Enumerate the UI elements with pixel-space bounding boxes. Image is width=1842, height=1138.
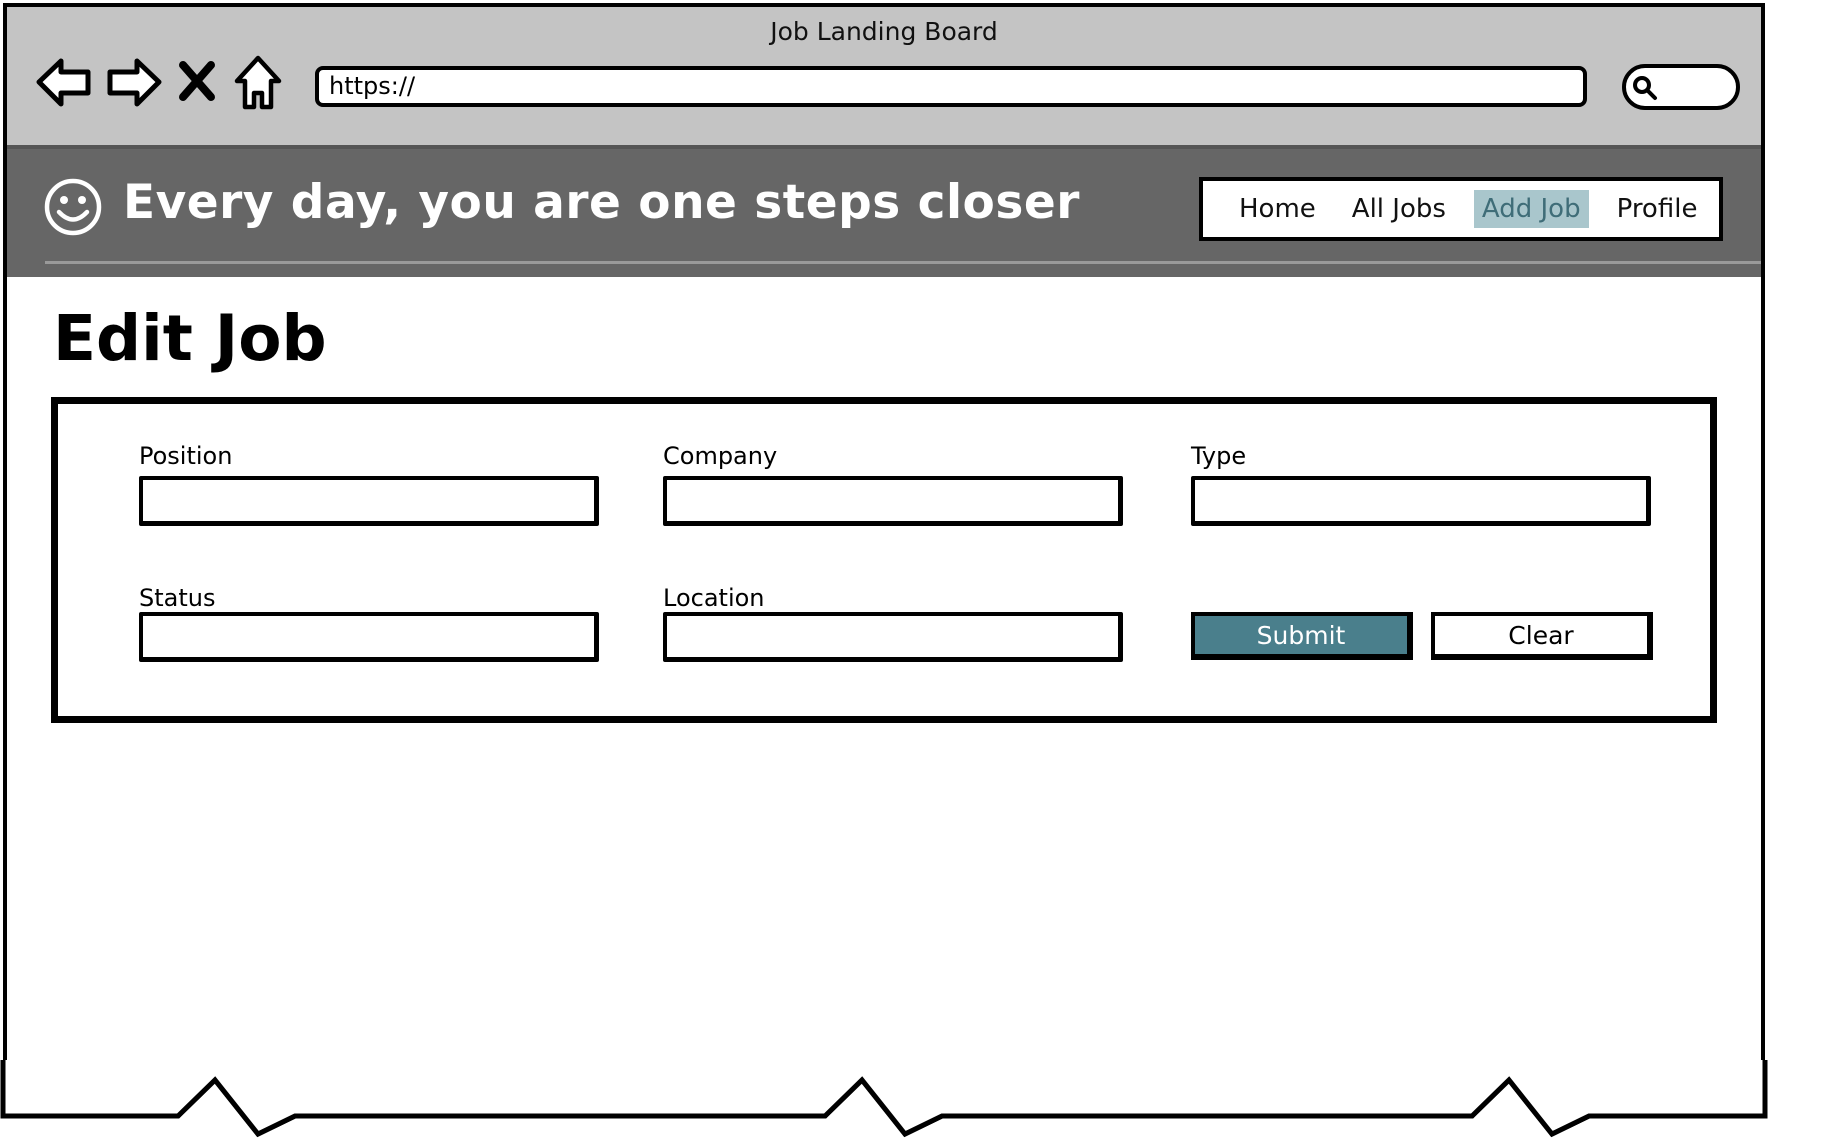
smiley-icon (44, 178, 102, 236)
position-label: Position (139, 442, 233, 470)
page-title: Edit Job (53, 302, 327, 375)
clear-button[interactable]: Clear (1431, 612, 1653, 660)
home-icon[interactable] (233, 53, 283, 111)
company-input[interactable] (663, 476, 1123, 526)
type-input[interactable] (1191, 476, 1651, 526)
site-header: Every day, you are one steps closer Home… (7, 149, 1761, 277)
location-input[interactable] (663, 612, 1123, 662)
nav-all-jobs[interactable]: All Jobs (1344, 190, 1454, 228)
submit-button[interactable]: Submit (1191, 612, 1413, 660)
torn-page-edge (0, 1060, 1768, 1138)
site-tagline: Every day, you are one steps closer (123, 175, 1080, 230)
edit-job-form: Position Company Type Status Location Su… (51, 397, 1717, 723)
location-label: Location (663, 584, 765, 612)
browser-search-box[interactable] (1622, 64, 1740, 110)
header-divider (45, 261, 1761, 264)
nav-profile[interactable]: Profile (1609, 190, 1706, 228)
position-input[interactable] (139, 476, 599, 526)
nav-home[interactable]: Home (1231, 190, 1324, 228)
main-nav: Home All Jobs Add Job Profile (1199, 177, 1723, 241)
forward-arrow-icon[interactable] (105, 53, 163, 111)
window-title: Job Landing Board (770, 17, 998, 46)
company-label: Company (663, 442, 778, 470)
nav-add-job[interactable]: Add Job (1473, 190, 1589, 228)
search-icon (1633, 76, 1657, 100)
status-input[interactable] (139, 612, 599, 662)
browser-toolbar: Job Landing Board https:// (7, 7, 1761, 149)
back-arrow-icon[interactable] (35, 53, 93, 111)
status-label: Status (139, 584, 216, 612)
close-icon[interactable] (177, 53, 217, 111)
browser-window: Job Landing Board https:// Every day, yo… (3, 3, 1765, 1116)
type-label: Type (1191, 442, 1247, 470)
url-bar[interactable]: https:// (315, 66, 1587, 107)
